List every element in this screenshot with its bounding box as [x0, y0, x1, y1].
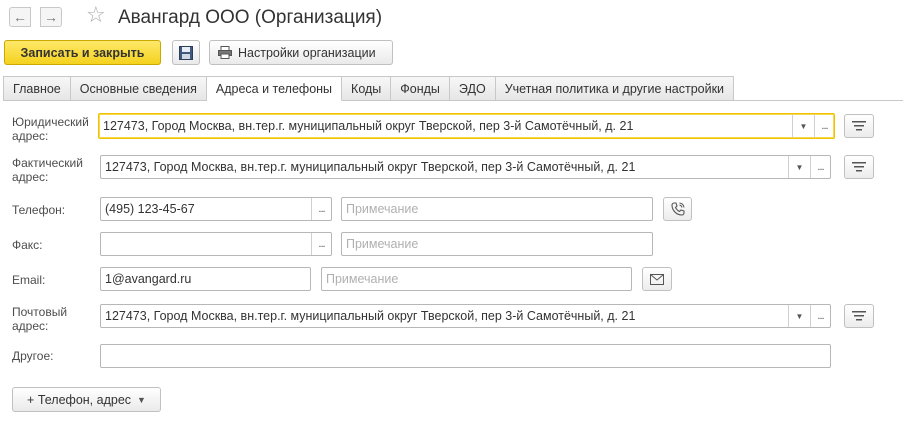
legal-address-label: Юридический адрес: — [12, 115, 89, 143]
add-phone-address-button[interactable]: + Телефон, адрес ▼ — [12, 387, 161, 412]
ellipsis-icon[interactable]: ... — [311, 198, 331, 220]
page-title: Авангард ООО (Организация) — [118, 7, 383, 28]
organization-settings-label: Настройки организации — [238, 45, 376, 60]
actual-address-field[interactable]: 127473, Город Москва, вн.тер.г. муниципа… — [100, 155, 831, 179]
actual-address-value[interactable]: 127473, Город Москва, вн.тер.г. муниципа… — [101, 160, 788, 174]
legal-address-menu-button[interactable] — [844, 114, 874, 138]
postal-address-menu-button[interactable] — [844, 304, 874, 328]
phone-field[interactable]: (495) 123-45-67 ... — [100, 197, 332, 221]
tab-main[interactable]: Главное — [3, 76, 71, 101]
organization-settings-button[interactable]: Настройки организации — [209, 40, 393, 65]
ellipsis-icon[interactable]: ... — [810, 305, 830, 327]
triangle-down-icon: ▼ — [137, 394, 146, 405]
chevron-down-icon[interactable]: ▼ — [788, 305, 810, 327]
floppy-disk-icon — [179, 45, 193, 60]
tab-funds[interactable]: Фонды — [391, 76, 450, 101]
email-value[interactable]: 1@avangard.ru — [101, 272, 310, 286]
list-menu-icon — [852, 121, 866, 131]
tab-addresses-phones[interactable]: Адреса и телефоны — [206, 76, 343, 101]
star-icon[interactable]: ☆ — [86, 4, 106, 26]
list-menu-icon — [852, 311, 866, 321]
save-button[interactable] — [172, 40, 200, 65]
postal-address-field[interactable]: 127473, Город Москва, вн.тер.г. муниципа… — [100, 304, 831, 328]
save-and-close-button[interactable]: Записать и закрыть — [4, 40, 161, 65]
tab-edo[interactable]: ЭДО — [449, 76, 496, 101]
back-button[interactable]: ← — [9, 7, 31, 27]
legal-address-value[interactable]: 127473, Город Москва, вн.тер.г. муниципа… — [99, 119, 792, 133]
phone-note-placeholder: Примечание — [346, 202, 419, 216]
list-menu-icon — [852, 162, 866, 172]
tab-bar: Главное Основные сведения Адреса и телеф… — [3, 76, 735, 101]
chevron-down-icon[interactable]: ▼ — [788, 156, 810, 178]
fax-note-field[interactable]: Примечание — [341, 232, 653, 256]
chevron-down-icon[interactable]: ▼ — [792, 114, 814, 138]
actual-address-menu-button[interactable] — [844, 155, 874, 179]
legal-address-field[interactable]: 127473, Город Москва, вн.тер.г. муниципа… — [98, 113, 835, 139]
forward-button[interactable]: → — [40, 7, 62, 27]
call-button[interactable] — [663, 197, 692, 221]
email-note-field[interactable]: Примечание — [321, 267, 632, 291]
email-note-placeholder: Примечание — [326, 272, 399, 286]
printer-icon — [218, 46, 232, 59]
ellipsis-icon[interactable]: ... — [311, 233, 331, 255]
phone-note-field[interactable]: Примечание — [341, 197, 653, 221]
fax-note-placeholder: Примечание — [346, 237, 419, 251]
other-label: Другое: — [12, 349, 54, 363]
email-field[interactable]: 1@avangard.ru — [100, 267, 311, 291]
tab-basic-info[interactable]: Основные сведения — [70, 76, 207, 101]
postal-address-label: Почтовый адрес: — [12, 305, 68, 333]
arrow-left-icon: ← — [13, 9, 27, 25]
other-field[interactable] — [100, 344, 831, 368]
envelope-icon — [650, 273, 664, 285]
phone-value[interactable]: (495) 123-45-67 — [101, 202, 311, 216]
actual-address-label: Фактический адрес: — [12, 156, 83, 184]
email-label: Email: — [12, 273, 46, 287]
postal-address-value[interactable]: 127473, Город Москва, вн.тер.г. муниципа… — [101, 309, 788, 323]
phone-label: Телефон: — [12, 203, 66, 217]
arrow-right-icon: → — [44, 9, 58, 25]
send-email-button[interactable] — [642, 267, 672, 291]
ellipsis-icon[interactable]: ... — [810, 156, 830, 178]
tab-accounting-policy[interactable]: Учетная политика и другие настройки — [495, 76, 735, 101]
add-phone-address-label: + Телефон, адрес — [27, 392, 132, 407]
fax-field[interactable]: ... — [100, 232, 332, 256]
ellipsis-icon[interactable]: ... — [814, 114, 834, 138]
tab-codes[interactable]: Коды — [342, 76, 392, 101]
fax-label: Факс: — [12, 238, 43, 252]
phone-icon — [670, 202, 685, 216]
